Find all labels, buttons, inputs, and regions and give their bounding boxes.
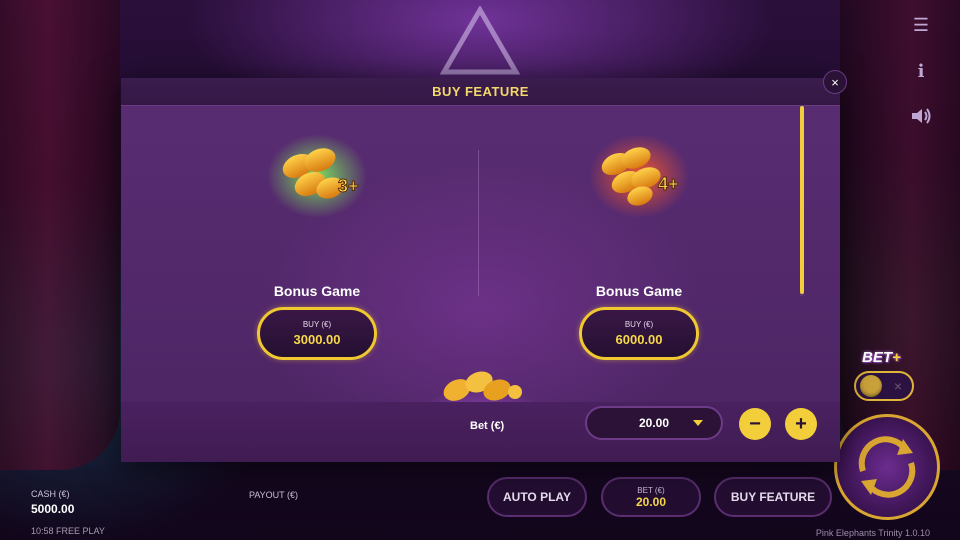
bet-select-value: 20.00 bbox=[638, 416, 670, 430]
increase-bet-button[interactable]: + bbox=[785, 408, 817, 440]
svg-text:3+: 3+ bbox=[338, 176, 359, 196]
spin-button[interactable] bbox=[834, 414, 940, 520]
toggle-off-icon: × bbox=[893, 378, 902, 394]
buy-label-1: BUY (€) bbox=[302, 320, 332, 329]
toggle-knob bbox=[860, 375, 882, 397]
info-icon[interactable]: i bbox=[904, 56, 938, 86]
peanuts-icon bbox=[423, 364, 539, 402]
buy-button-1[interactable]: BUY (€) 3000.00 bbox=[257, 307, 377, 360]
bottom-bet-label: BET (€) bbox=[637, 485, 665, 495]
buy-feature-modal: BUY FEATURE 3+ Bonus Game BUY (€) 3000.0… bbox=[121, 78, 840, 462]
bet-select[interactable]: 20.00 bbox=[585, 406, 723, 440]
close-icon: × bbox=[831, 74, 839, 90]
svg-text:4+: 4+ bbox=[658, 174, 679, 194]
speaker-icon[interactable] bbox=[904, 101, 938, 131]
bet-plus-toggle[interactable]: × bbox=[854, 371, 914, 401]
feature-title-2: Bonus Game bbox=[595, 283, 683, 299]
peanuts-icon: 4+ bbox=[589, 134, 689, 218]
game-version: Pink Elephants Trinity 1.0.10 bbox=[815, 528, 930, 538]
bet-plus-label: BET+ bbox=[862, 349, 901, 366]
modal-header: BUY FEATURE bbox=[121, 78, 840, 106]
plus-icon: + bbox=[795, 413, 807, 435]
modal-title: BUY FEATURE bbox=[432, 84, 529, 99]
clock-status: 10:58 FREE PLAY bbox=[31, 526, 105, 536]
spin-arrows-icon bbox=[858, 436, 916, 498]
buy-label-2: BUY (€) bbox=[624, 320, 654, 329]
menu-icon[interactable]: ☰ bbox=[904, 10, 938, 40]
feature-card-2: 4+ Bonus Game BUY (€) 6000.00 bbox=[539, 126, 739, 360]
scrollbar[interactable] bbox=[800, 106, 804, 296]
decrease-bet-button[interactable]: − bbox=[739, 408, 771, 440]
feature-card-1: 3+ Bonus Game BUY (€) 3000.00 bbox=[217, 126, 417, 360]
cash-value: 5000.00 bbox=[31, 502, 75, 516]
buy-price-2: 6000.00 bbox=[615, 332, 663, 347]
peanuts-icon: 3+ bbox=[267, 134, 367, 218]
bet-display-button[interactable]: BET (€) 20.00 bbox=[601, 477, 701, 517]
scrollbar-thumb[interactable] bbox=[800, 106, 804, 294]
buy-feature-label: BUY FEATURE bbox=[730, 490, 816, 504]
buy-feature-button[interactable]: BUY FEATURE bbox=[714, 477, 832, 517]
minus-icon: − bbox=[749, 413, 761, 435]
feature-divider bbox=[478, 150, 479, 296]
close-button[interactable]: × bbox=[823, 70, 847, 94]
bet-label: Bet (€) bbox=[470, 420, 505, 432]
bottom-bet-value: 20.00 bbox=[635, 494, 667, 509]
auto-play-button[interactable]: AUTO PLAY bbox=[487, 477, 587, 517]
bet-row: Bet (€) 20.00 − + bbox=[121, 402, 840, 462]
chevron-down-icon bbox=[693, 420, 703, 426]
cash-label: CASH (€) bbox=[31, 489, 70, 499]
stage-light-triangle bbox=[440, 6, 520, 75]
buy-button-2[interactable]: BUY (€) 6000.00 bbox=[579, 307, 699, 360]
feature-title-1: Bonus Game bbox=[273, 283, 361, 299]
auto-play-label: AUTO PLAY bbox=[502, 490, 571, 504]
curtain-left bbox=[0, 0, 120, 470]
buy-price-1: 3000.00 bbox=[293, 332, 341, 347]
payout-label: PAYOUT (€) bbox=[249, 490, 299, 500]
